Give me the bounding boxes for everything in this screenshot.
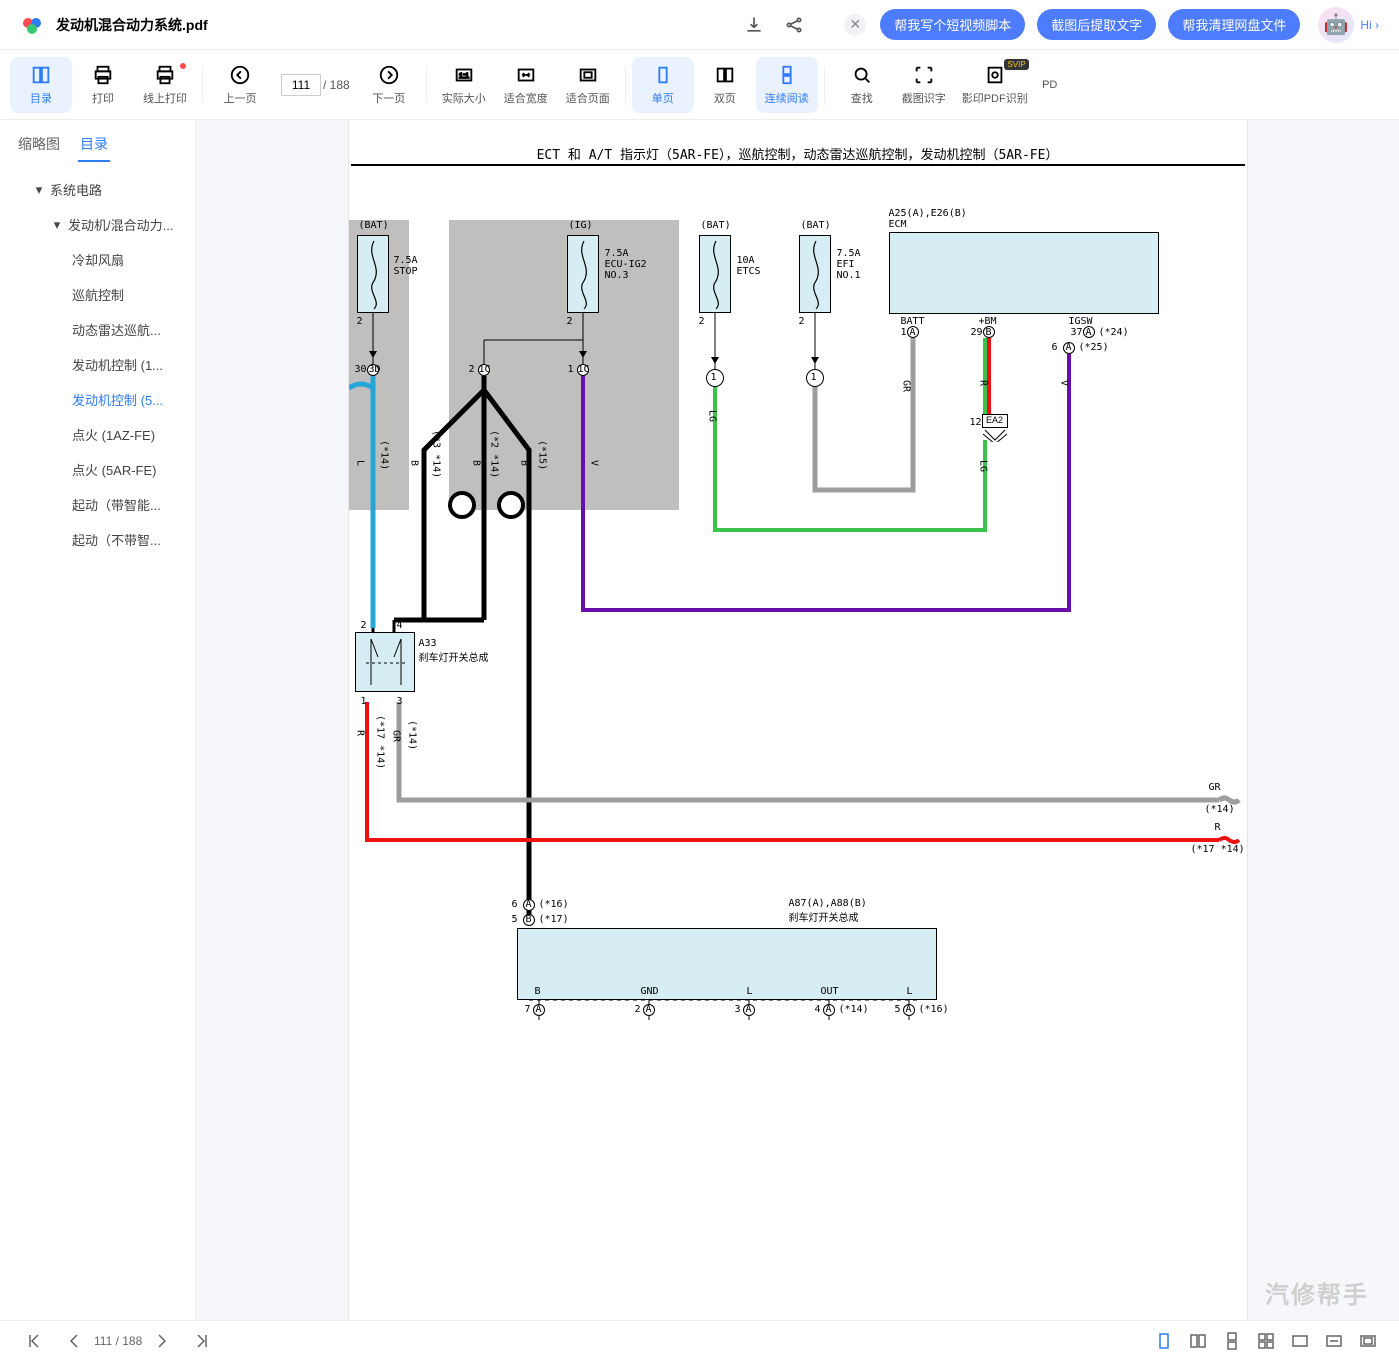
fit-width-button[interactable]: 适合宽度 [495, 57, 557, 113]
first-page-icon[interactable] [26, 1333, 42, 1349]
pdf-page: ECT 和 A/T 指示灯（5AR-FE），巡航控制，动态雷达巡航控制，发动机控… [348, 120, 1248, 1320]
hi-label[interactable]: Hi › [1360, 18, 1379, 32]
continuous-icon [776, 64, 798, 86]
tree-item[interactable]: 发动机控制 (1... [0, 347, 195, 382]
crop-icon [913, 64, 935, 86]
page-total: / 188 [323, 78, 350, 92]
tree-item[interactable]: ▾系统电路 [0, 172, 195, 207]
outline-sidebar: 缩略图 目录 ▾系统电路 ▾发动机/混合动力... 冷却风扇 巡航控制 动态雷达… [0, 120, 196, 1320]
svg-text:1:1: 1:1 [459, 70, 469, 79]
outline-tree: ▾系统电路 ▾发动机/混合动力... 冷却风扇 巡航控制 动态雷达巡航... 发… [0, 162, 195, 567]
last-page-icon[interactable] [194, 1333, 210, 1349]
svip-badge: SVIP [1004, 59, 1028, 70]
continuous-button[interactable]: 连续阅读 [756, 57, 818, 113]
caret-down-icon: ▾ [52, 220, 62, 230]
app-logo-icon [20, 13, 44, 37]
caret-down-icon: ▾ [34, 185, 44, 195]
view-1to1-icon[interactable] [1291, 1332, 1309, 1350]
view-continuous-icon[interactable] [1223, 1332, 1241, 1350]
page-input[interactable] [281, 74, 321, 96]
prev-icon [229, 64, 251, 86]
double-page-icon [714, 64, 736, 86]
catalog-button[interactable]: 目录 [10, 57, 72, 113]
view-grid-icon[interactable] [1257, 1332, 1275, 1350]
tab-thumbnails[interactable]: 缩略图 [16, 128, 62, 162]
fit-width-icon [515, 64, 537, 86]
download-icon[interactable] [744, 15, 764, 35]
online-print-button[interactable]: 线上打印 [134, 57, 196, 113]
document-title: 发动机混合动力系统.pdf [56, 15, 208, 35]
ai-pill-3[interactable]: 帮我清理网盘文件 [1168, 9, 1300, 40]
next-page-icon[interactable] [154, 1333, 170, 1349]
main-toolbar: 目录 打印 线上打印 上一页 / 188 下一页 1:1 实际大小 适合宽度 适… [0, 50, 1399, 120]
pdf-ocr-button[interactable]: SVIP 影印PDF识别 [955, 57, 1035, 113]
ai-pill-2[interactable]: 截图后提取文字 [1037, 9, 1156, 40]
page-indicator: / 188 [279, 74, 350, 96]
close-pill-icon[interactable]: ✕ [844, 14, 866, 36]
cloud-print-icon [154, 64, 176, 86]
assistant-avatar-icon[interactable]: 🤖 [1318, 7, 1354, 43]
tree-item-selected[interactable]: 发动机控制 (5... [0, 382, 195, 417]
pdf-extra-button[interactable]: PD [1035, 57, 1065, 113]
single-page-icon [652, 64, 674, 86]
tree-item[interactable]: ▾发动机/混合动力... [0, 207, 195, 242]
fit-page-button[interactable]: 适合页面 [557, 57, 619, 113]
tree-item[interactable]: 冷却风扇 [0, 242, 195, 277]
next-page-button[interactable]: 下一页 [358, 57, 420, 113]
ai-pill-1[interactable]: 帮我写个短视频脚本 [880, 9, 1025, 40]
tree-item[interactable]: 点火 (5AR-FE) [0, 452, 195, 487]
actual-size-button[interactable]: 1:1 实际大小 [433, 57, 495, 113]
double-page-button[interactable]: 双页 [694, 57, 756, 113]
watermark: 汽修帮手 [1265, 1275, 1369, 1310]
view-single-icon[interactable] [1155, 1332, 1173, 1350]
single-page-button[interactable]: 单页 [632, 57, 694, 113]
tree-item[interactable]: 动态雷达巡航... [0, 312, 195, 347]
tree-item[interactable]: 起动（不带智... [0, 522, 195, 557]
pdf-ocr-icon [984, 64, 1006, 86]
next-icon [378, 64, 400, 86]
bottom-bar: 111 / 188 [0, 1320, 1399, 1360]
notification-dot-icon [180, 63, 186, 69]
search-icon [851, 64, 873, 86]
tab-outline[interactable]: 目录 [78, 128, 110, 162]
search-button[interactable]: 查找 [831, 57, 893, 113]
crop-ocr-button[interactable]: 截图识字 [893, 57, 955, 113]
print-button[interactable]: 打印 [72, 57, 134, 113]
prev-page-button[interactable]: 上一页 [209, 57, 271, 113]
view-fitwidth-icon[interactable] [1325, 1332, 1343, 1350]
prev-page-icon[interactable] [66, 1333, 82, 1349]
share-icon[interactable] [784, 15, 804, 35]
bottom-page-indicator: 111 / 188 [94, 1334, 142, 1348]
pdf-viewer[interactable]: ECT 和 A/T 指示灯（5AR-FE），巡航控制，动态雷达巡航控制，发动机控… [196, 120, 1399, 1320]
fit-page-icon [577, 64, 599, 86]
title-bar: 发动机混合动力系统.pdf ✕ 帮我写个短视频脚本 截图后提取文字 帮我清理网盘… [0, 0, 1399, 50]
actual-size-icon: 1:1 [453, 64, 475, 86]
tree-item[interactable]: 点火 (1AZ-FE) [0, 417, 195, 452]
view-double-icon[interactable] [1189, 1332, 1207, 1350]
view-fitpage-icon[interactable] [1359, 1332, 1377, 1350]
tree-item[interactable]: 起动（带智能... [0, 487, 195, 522]
print-icon [92, 64, 114, 86]
lower-module-box [517, 928, 937, 1000]
catalog-icon [30, 64, 52, 86]
tree-item[interactable]: 巡航控制 [0, 277, 195, 312]
brake-light-switch [355, 632, 415, 692]
